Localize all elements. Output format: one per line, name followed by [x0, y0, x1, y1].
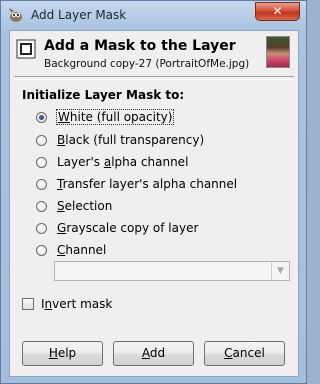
dialog-heading: Add a Mask to the Layer [44, 38, 236, 54]
radio-button[interactable] [36, 156, 47, 168]
window-title: Add Layer Mask [31, 8, 127, 22]
add-button[interactable]: Add [113, 341, 194, 366]
radio-label: Transfer layer's alpha channel [57, 177, 238, 191]
layer-thumbnail [266, 36, 290, 68]
radio-transfer-alpha[interactable]: Transfer layer's alpha channel [36, 175, 237, 193]
radio-button[interactable] [36, 244, 47, 256]
radio-grayscale-copy[interactable]: Grayscale copy of layer [36, 219, 198, 237]
layer-mask-icon [16, 39, 36, 59]
radio-button[interactable] [36, 111, 47, 123]
header-divider [14, 76, 294, 80]
radio-label: White (full opacity) [55, 109, 175, 125]
dialog-content: Add a Mask to the Layer Background copy-… [9, 30, 299, 377]
cancel-button[interactable]: Cancel [204, 341, 285, 366]
radio-alpha-channel[interactable]: Layer's alpha channel [36, 153, 188, 171]
radio-channel[interactable]: Channel [36, 241, 106, 259]
chevron-down-icon[interactable]: ▼ [271, 262, 289, 280]
radio-label: Grayscale copy of layer [57, 221, 199, 235]
invert-mask-label: Invert mask [41, 297, 113, 311]
layer-name: Background copy-27 (PortraitOfMe.jpg) [44, 58, 250, 70]
radio-selection[interactable]: Selection [36, 197, 112, 215]
title-bar[interactable]: Add Layer Mask ✕ [1, 1, 306, 29]
radio-white[interactable]: White (full opacity) [36, 108, 175, 126]
radio-button[interactable] [36, 222, 47, 234]
invert-mask-option[interactable]: Invert mask [22, 295, 112, 313]
gimp-icon [9, 8, 22, 22]
radio-label: Channel [57, 243, 107, 257]
help-button[interactable]: Help [22, 341, 103, 366]
close-button[interactable]: ✕ [255, 2, 300, 21]
dialog-window: Add Layer Mask ✕ Add a Mask to the Layer… [0, 0, 307, 384]
radio-black[interactable]: Black (full transparency) [36, 131, 204, 149]
invert-mask-checkbox[interactable] [22, 298, 34, 310]
radio-label: Black (full transparency) [57, 133, 205, 147]
radio-button[interactable] [36, 178, 47, 190]
radio-button[interactable] [36, 134, 47, 146]
channel-select[interactable]: ▼ [54, 261, 290, 281]
radio-label: Selection [57, 199, 113, 213]
init-mask-label: Initialize Layer Mask to: [22, 88, 185, 102]
radio-label: Layer's alpha channel [57, 155, 189, 169]
radio-button[interactable] [36, 200, 47, 212]
